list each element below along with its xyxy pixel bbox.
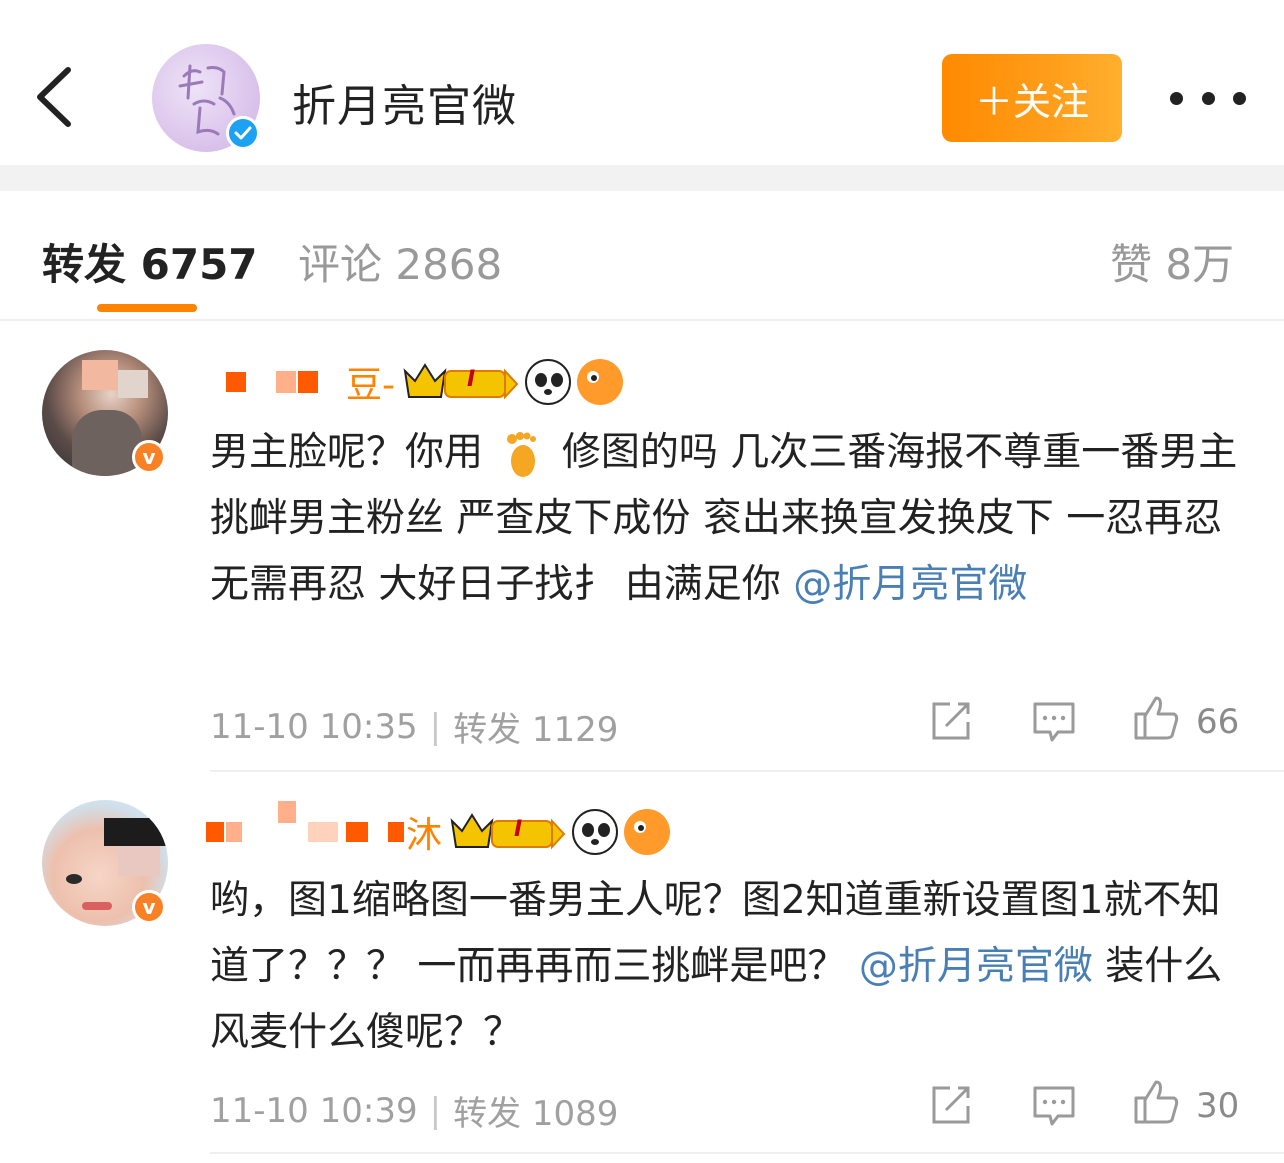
back-button[interactable] xyxy=(30,62,80,132)
fish-emoji xyxy=(577,359,623,405)
action-bar: 66 xyxy=(924,696,1244,748)
avatar-mouth xyxy=(82,902,112,910)
privacy-mosaic xyxy=(226,822,242,842)
fish-emoji xyxy=(624,809,671,855)
more-dots-icon xyxy=(1201,91,1215,105)
like-count: 30 xyxy=(1196,1086,1240,1126)
comment-icon[interactable] xyxy=(1032,700,1076,744)
like-icon[interactable] xyxy=(1132,694,1180,742)
account-avatar[interactable] xyxy=(152,44,260,152)
more-options-button[interactable] xyxy=(1170,78,1246,118)
mention-link[interactable]: @折月亮官微 xyxy=(793,562,1027,607)
crown-level-badge: I xyxy=(448,809,566,855)
repost-meta: 11-10 10:35 | 转发 1129 xyxy=(210,702,618,751)
repost-count: 转发 1089 xyxy=(453,1094,619,1134)
mention-link[interactable]: @折月亮官微 xyxy=(859,944,1093,989)
level-number: I xyxy=(467,367,476,392)
vip-v-badge: v xyxy=(132,890,166,924)
tab-repost[interactable]: 转发 6757 xyxy=(42,231,258,292)
comment-text: 男主脸呢？你用 xyxy=(210,430,484,475)
repost-text: 哟，图1缩略图一番男主人呢？图2知道重新设置图1就不知道了？？？ 一而再再而三挑… xyxy=(210,868,1250,1066)
privacy-mosaic xyxy=(278,801,296,823)
crown-level-badge: I xyxy=(401,359,519,405)
like-icon[interactable] xyxy=(1132,1078,1180,1126)
username-row[interactable]: 沐 I xyxy=(206,801,676,862)
item-divider xyxy=(210,1152,1284,1154)
privacy-mosaic xyxy=(226,372,246,392)
meta-separator: | xyxy=(429,1090,442,1131)
check-icon xyxy=(234,126,252,140)
username[interactable]: 豆- xyxy=(346,356,395,408)
interaction-tabs: 转发 6757 评论 2868 赞 8万 xyxy=(0,191,1284,321)
active-tab-indicator xyxy=(97,304,197,312)
repost-meta: 11-10 10:39 | 转发 1089 xyxy=(210,1086,618,1135)
privacy-mosaic xyxy=(118,846,160,876)
privacy-mosaic xyxy=(298,371,318,393)
privacy-mosaic xyxy=(388,822,404,842)
panda-emoji xyxy=(525,359,571,405)
more-dots-icon xyxy=(1170,91,1183,105)
more-dots-icon xyxy=(1233,91,1246,105)
share-icon[interactable] xyxy=(930,1084,972,1126)
panda-emoji xyxy=(572,809,619,855)
repost-text: 男主脸呢？你用 修图的吗 几次三番海报不尊重一番男主 挑衅男主粉丝 严查皮下成份… xyxy=(210,420,1250,618)
privacy-mosaic xyxy=(346,822,368,842)
timestamp: 11-10 10:39 xyxy=(210,1090,418,1131)
privacy-mosaic xyxy=(104,818,166,846)
tab-likes[interactable]: 赞 8万 xyxy=(1110,231,1234,292)
meta-separator: | xyxy=(429,706,442,747)
repost-item: v 沐 I 哟，图1缩略图一番男主人呢？图2知道重新设置图1就不知道了？？？ 一… xyxy=(0,790,1284,1163)
repost-count: 转发 1129 xyxy=(453,710,619,750)
share-icon[interactable] xyxy=(930,700,972,742)
level-number: I xyxy=(514,817,523,842)
privacy-mosaic xyxy=(308,822,338,842)
vip-v-badge: v xyxy=(132,440,166,474)
privacy-mosaic xyxy=(276,371,296,393)
timestamp: 11-10 10:35 xyxy=(210,706,418,747)
action-bar: 30 xyxy=(924,1080,1244,1132)
comment-icon[interactable] xyxy=(1032,1084,1076,1128)
privacy-mosaic xyxy=(118,370,148,398)
account-name[interactable]: 折月亮官微 xyxy=(292,70,517,134)
top-nav-bar: 折月亮官微 ＋关注 xyxy=(0,0,1284,165)
avatar-body xyxy=(72,410,142,476)
chevron-left-icon xyxy=(37,67,71,127)
tab-comments[interactable]: 评论 2868 xyxy=(298,231,502,292)
user-avatar[interactable]: v xyxy=(42,800,172,930)
privacy-mosaic xyxy=(206,822,224,842)
repost-item: v 豆- I 男主脸呢？你用 修图的吗 几次三番海报不尊重一番男主 挑衅男主粉丝… xyxy=(0,340,1284,770)
foot-emoji xyxy=(503,431,541,479)
section-divider xyxy=(0,165,1284,191)
verified-badge xyxy=(226,116,260,150)
username-row[interactable]: 豆- I xyxy=(206,352,629,412)
username[interactable]: 沐 xyxy=(406,806,442,858)
follow-button[interactable]: ＋关注 xyxy=(942,54,1122,142)
user-avatar[interactable]: v xyxy=(42,350,172,480)
item-divider xyxy=(210,770,1284,772)
like-count: 66 xyxy=(1196,702,1240,742)
privacy-mosaic xyxy=(82,360,118,390)
avatar-eye xyxy=(66,874,82,884)
